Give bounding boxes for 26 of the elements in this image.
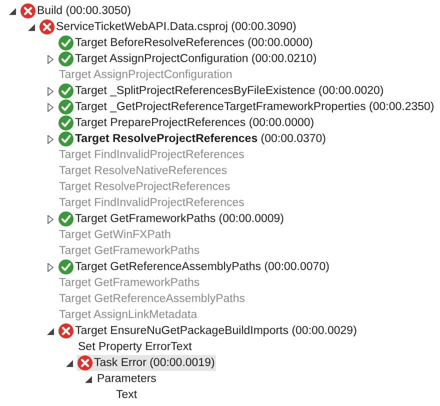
tree-item-label[interactable]: Target ResolveProjectReferences (00:00.0370) — [74, 131, 328, 147]
tree-item-label[interactable]: Target GetFrameworkPaths (00:00.0009) — [74, 211, 286, 227]
tree-item-label[interactable]: Target EnsureNuGetPackageBuildImports (00:00.0029) — [74, 323, 358, 339]
collapse-arrow-icon[interactable] — [84, 374, 92, 384]
tree-item-label[interactable]: Text — [115, 387, 138, 403]
collapse-arrow-icon[interactable] — [64, 358, 74, 368]
tree-item-label[interactable]: ServiceTicketWebAPI.Data.csproj (00:00.3090) — [55, 19, 298, 35]
tree-item-label[interactable]: Target _GetProjectReferenceTargetFrameworkProperties (00:00.2350) — [74, 99, 436, 115]
tree-item-label[interactable]: Parameters — [96, 371, 158, 387]
tree-item-label[interactable]: Target AssignProjectConfiguration (00:00.0210) — [74, 51, 318, 67]
expand-arrow-icon[interactable] — [46, 86, 54, 96]
expand-arrow-icon[interactable] — [46, 54, 54, 64]
expand-arrow-icon[interactable] — [46, 102, 54, 112]
expand-arrow-icon[interactable] — [46, 262, 54, 272]
collapse-arrow-icon[interactable] — [46, 326, 54, 336]
tree-item-label[interactable]: Target BeforeResolveReferences (00:00.0000) — [74, 35, 314, 51]
tree-item-label[interactable]: Target GetReferenceAssemblyPaths (00:00.0070) — [74, 259, 330, 275]
tree-item-label[interactable]: Task Error (00:00.0019) — [93, 355, 216, 371]
tree-item-label[interactable]: Build (00:00.3050) — [36, 3, 132, 19]
collapse-arrow-icon[interactable] — [26, 22, 36, 32]
collapse-arrow-icon[interactable] — [8, 6, 16, 16]
tree-item-label[interactable]: Target PrepareProjectReferences (00:00.0000) — [74, 115, 316, 131]
tree-item-label[interactable]: Target _SplitProjectReferencesByFileExistence (00:00.0020) — [74, 83, 385, 99]
expand-arrow-icon[interactable] — [46, 214, 54, 224]
expand-arrow-icon[interactable] — [46, 134, 54, 144]
tree-item-label[interactable]: Set Property ErrorText — [77, 339, 193, 355]
